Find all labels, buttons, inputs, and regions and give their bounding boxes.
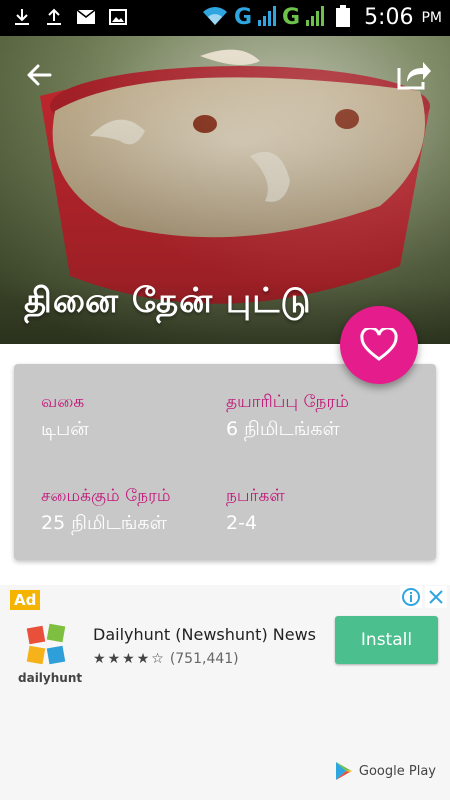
network-type-2: G xyxy=(282,5,301,30)
recipe-title: தினை தேன் புட்டு xyxy=(24,281,312,321)
info-value: 6 நிமிடங்கள் xyxy=(226,418,340,440)
google-play-icon xyxy=(335,762,352,780)
info-label: நபர்கள் xyxy=(226,486,285,506)
ad-info-button[interactable] xyxy=(400,586,422,608)
star-icon: ★ xyxy=(107,651,121,667)
wifi-icon xyxy=(202,6,228,30)
upload-icon xyxy=(44,7,64,27)
info-label: சமைக்கும் நேரம் xyxy=(41,486,171,506)
share-button[interactable] xyxy=(394,56,432,94)
heart-icon xyxy=(360,328,398,361)
info-value: 2-4 xyxy=(226,512,258,534)
ad-banner[interactable]: Ad dailyhunt Dailyhunt (Newshunt) News ★… xyxy=(0,585,450,800)
battery-icon xyxy=(336,5,351,31)
info-value: 25 நிமிடங்கள் xyxy=(41,512,167,534)
dailyhunt-logo-icon xyxy=(26,623,66,665)
star-icon: ★ xyxy=(136,651,150,667)
back-button[interactable] xyxy=(22,58,56,92)
star-icon: ★ xyxy=(122,651,135,667)
google-play-badge[interactable]: Google Play xyxy=(335,761,436,781)
star-icon: ★ xyxy=(93,651,106,667)
ad-app-name: Dailyhunt (Newshunt) News xyxy=(93,625,316,644)
favorite-button[interactable] xyxy=(340,306,418,384)
close-icon xyxy=(429,590,443,604)
share-icon xyxy=(397,62,431,90)
download-icon xyxy=(12,7,32,27)
install-button[interactable]: Install xyxy=(335,616,438,664)
info-icon xyxy=(402,588,420,606)
info-servings: நபர்கள் 2-4 xyxy=(226,486,285,534)
info-prep-time: தயாரிப்பு நேரம் 6 நிமிடங்கள் xyxy=(226,392,349,443)
ad-logo-text: dailyhunt xyxy=(18,671,83,685)
rating-count: (751,441) xyxy=(169,651,239,667)
info-category: வகை டிபன் xyxy=(41,392,89,443)
clock-ampm: PM xyxy=(421,10,442,26)
signal-icon-2 xyxy=(306,6,325,30)
recipe-info-card: வகை டிபன் தயாரிப்பு நேரம் 6 நிமிடங்கள் ச… xyxy=(14,364,436,560)
info-label: வகை xyxy=(41,392,85,412)
mail-icon xyxy=(76,7,96,27)
network-type-1: G xyxy=(233,5,252,30)
clock: 5:06 xyxy=(364,5,414,30)
ad-close-button[interactable] xyxy=(425,586,447,608)
half-star-icon: ☆ xyxy=(151,651,164,667)
info-cook-time: சமைக்கும் நேரம் 25 நிமிடங்கள் xyxy=(41,486,171,537)
google-play-label: Google Play xyxy=(358,763,436,779)
status-bar: G G 5:06 PM xyxy=(0,0,450,36)
ad-badge: Ad xyxy=(10,590,41,610)
ad-rating: ★ ★ ★ ★ ☆ (751,441) xyxy=(93,651,239,667)
recipe-hero-image: தினை தேன் புட்டு xyxy=(0,36,450,344)
signal-icon xyxy=(258,6,276,30)
info-value: டிபன் xyxy=(41,418,89,440)
info-label: தயாரிப்பு நேரம் xyxy=(226,392,349,412)
back-arrow-icon xyxy=(27,64,52,86)
image-icon xyxy=(108,7,128,27)
